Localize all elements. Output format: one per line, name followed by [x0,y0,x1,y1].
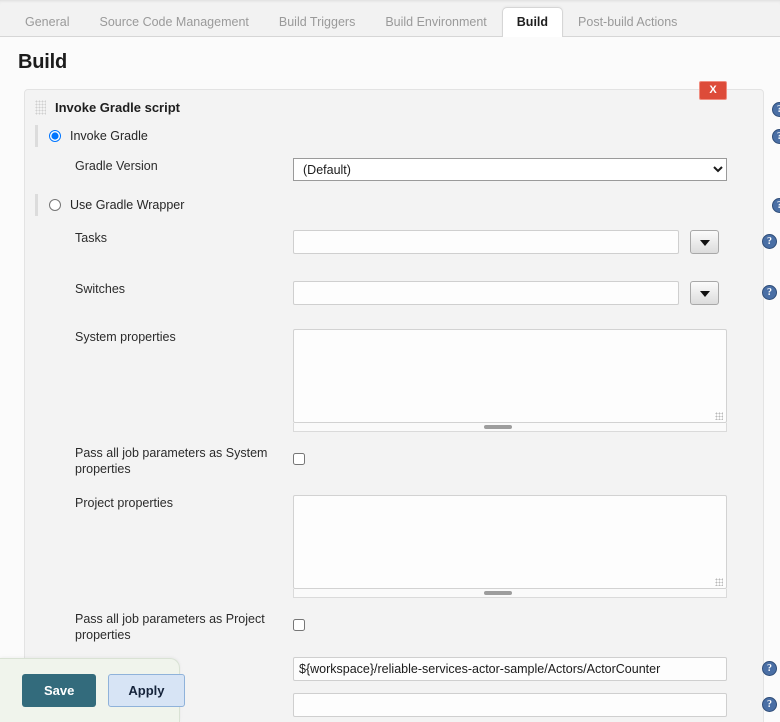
row-tasks: Tasks [25,230,763,254]
row-switches: Switches [25,281,763,305]
tab-source-code-management[interactable]: Source Code Management [84,7,263,38]
row-project-properties: Project properties [25,495,763,598]
row-invoke-gradle: Invoke Gradle [25,123,763,149]
tab-post-build-actions[interactable]: Post-build Actions [563,7,692,38]
root-build-script-input[interactable] [293,657,727,681]
help-icon-root-build-script[interactable] [762,661,777,676]
apply-button[interactable]: Apply [108,674,184,707]
panel-title: Invoke Gradle script [55,100,180,115]
build-file-input[interactable] [293,693,727,717]
project-properties-textarea[interactable] [293,495,727,589]
config-tab-bar: General Source Code Management Build Tri… [0,0,780,37]
gradle-version-label: Gradle Version [35,158,293,174]
form-action-bar: Save Apply [0,658,180,722]
gradle-version-select[interactable]: (Default) [293,158,727,181]
panel-header: Invoke Gradle script [25,90,763,123]
radio-use-gradle-wrapper-label: Use Gradle Wrapper [70,198,184,212]
tab-build-triggers[interactable]: Build Triggers [264,7,370,38]
help-icon-use-gradle-wrapper[interactable] [772,198,780,213]
pass-system-parameters-label: Pass all job parameters as System proper… [35,445,293,477]
help-icon-invoke-gradle[interactable] [772,129,780,144]
help-icon-tasks[interactable] [762,234,777,249]
tab-build[interactable]: Build [502,7,563,38]
radio-use-gradle-wrapper[interactable] [49,199,61,211]
system-properties-scrollbar[interactable] [293,423,727,432]
pass-project-parameters-label: Pass all job parameters as Project prope… [35,611,293,643]
row-pass-system-parameters: Pass all job parameters as System proper… [25,445,763,477]
switches-dropdown-button[interactable] [690,281,719,305]
save-button[interactable]: Save [22,674,96,707]
system-properties-label: System properties [35,329,293,345]
switches-input[interactable] [293,281,679,305]
pass-project-parameters-checkbox[interactable] [293,619,305,631]
drag-grip-icon[interactable] [35,100,46,115]
radio-invoke-gradle[interactable] [49,130,61,142]
tasks-dropdown-button[interactable] [690,230,719,254]
help-icon-build-file[interactable] [762,697,777,712]
project-properties-label: Project properties [35,495,293,511]
row-gradle-version: Gradle Version (Default) [25,158,763,181]
radio-invoke-gradle-label: Invoke Gradle [70,129,148,143]
switches-label: Switches [35,281,293,297]
tasks-label: Tasks [35,230,293,246]
row-pass-project-parameters: Pass all job parameters as Project prope… [25,611,763,643]
pass-system-parameters-checkbox[interactable] [293,453,305,465]
tasks-input[interactable] [293,230,679,254]
project-properties-scrollbar[interactable] [293,589,727,598]
remove-build-step-button[interactable]: X [699,81,727,100]
row-use-gradle-wrapper: Use Gradle Wrapper [25,192,763,218]
build-config-body: Build X Invoke Gradle script Invoke Grad… [0,37,780,722]
tab-build-environment[interactable]: Build Environment [370,7,501,38]
help-icon-invoke-gradle-script[interactable] [772,102,780,117]
tab-general[interactable]: General [10,7,84,38]
invoke-gradle-script-panel: X Invoke Gradle script Invoke Gradle Gra… [24,89,764,722]
system-properties-textarea[interactable] [293,329,727,423]
page-title: Build [0,37,780,84]
help-icon-switches[interactable] [762,285,777,300]
row-system-properties: System properties [25,329,763,432]
